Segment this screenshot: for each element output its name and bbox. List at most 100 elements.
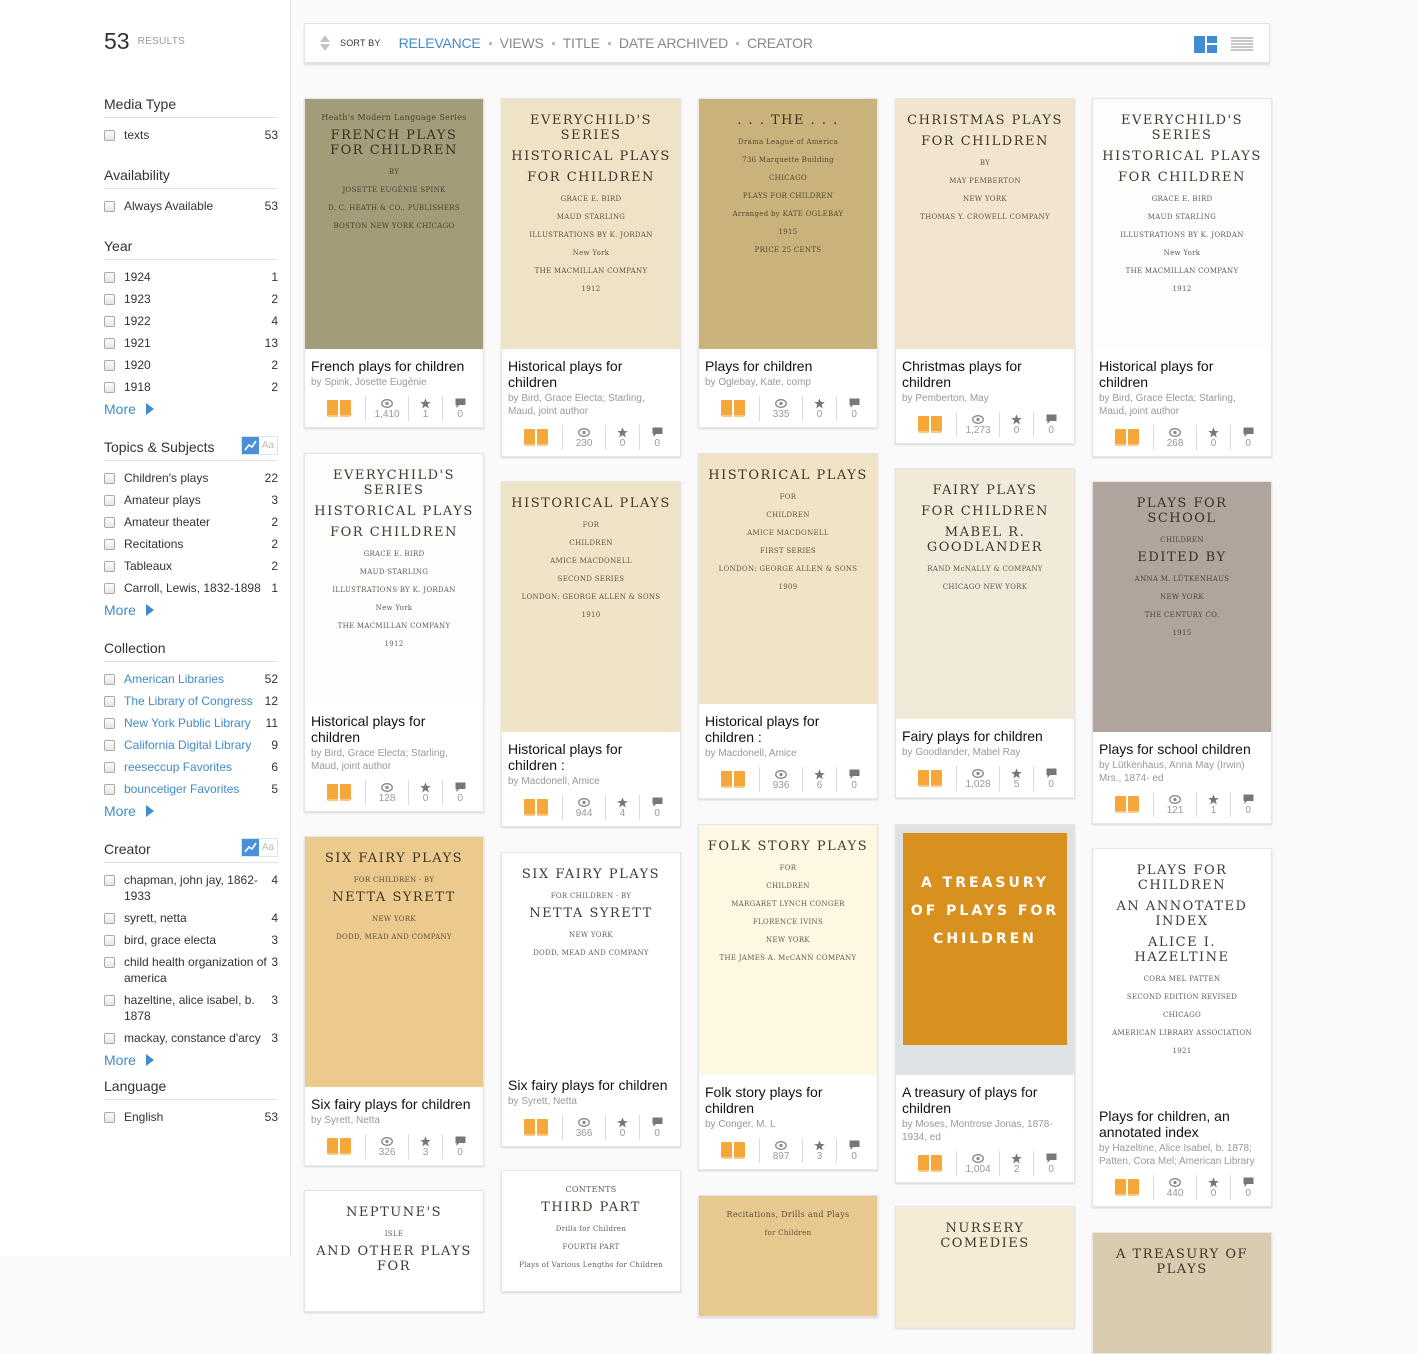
facet-option[interactable]: Amateur plays 3: [104, 492, 278, 508]
sort-option-title[interactable]: TITLE: [563, 35, 600, 51]
sort-option-creator[interactable]: CREATOR: [747, 35, 813, 51]
cover-thumbnail[interactable]: . . . THE . . . Drama League of America 73…: [699, 99, 877, 349]
item-title[interactable]: Folk story plays for children: [705, 1084, 871, 1116]
result-card[interactable]: Recitations, Drills and Plays for Childre…: [698, 1195, 878, 1317]
facet-option[interactable]: Tableaux 2: [104, 558, 278, 574]
result-card[interactable]: PLAYS FOR CHILDREN AN ANNOTATED INDEX ALIC…: [1092, 848, 1272, 1207]
item-title[interactable]: Christmas plays for children: [902, 358, 1068, 390]
cover-thumbnail[interactable]: FOLK STORY PLAYS FOR CHILDREN MARGARET LYNC…: [699, 825, 877, 1075]
sort-option-views[interactable]: VIEWS: [500, 35, 544, 51]
checkbox[interactable]: [104, 718, 115, 729]
facet-option[interactable]: Amateur theater 2: [104, 514, 278, 530]
text-view-button[interactable]: Aa: [259, 437, 277, 454]
cover-thumbnail[interactable]: PLAYS FOR CHILDREN AN ANNOTATED INDEX ALIC…: [1093, 849, 1271, 1099]
facet-option[interactable]: American Libraries 52: [104, 671, 278, 687]
checkbox[interactable]: [104, 995, 115, 1006]
item-title[interactable]: Historical plays for children: [311, 713, 477, 745]
collection-more-link[interactable]: More: [104, 803, 278, 819]
facet-option[interactable]: hazeltine, alice isabel, b. 1878 3: [104, 992, 278, 1024]
item-title[interactable]: Historical plays for children: [1099, 358, 1265, 390]
mediatype-texts[interactable]: [321, 780, 365, 805]
item-title[interactable]: A treasury of plays for children: [902, 1084, 1068, 1116]
item-title[interactable]: Plays for children: [705, 358, 871, 374]
item-title[interactable]: Historical plays for children :: [508, 741, 674, 773]
sort-direction-icon[interactable]: [319, 35, 331, 51]
checkbox[interactable]: [104, 495, 115, 506]
checkbox[interactable]: [104, 382, 115, 393]
result-card[interactable]: NURSERY COMEDIES: [895, 1206, 1075, 1328]
cover-thumbnail[interactable]: NURSERY COMEDIES: [896, 1207, 1074, 1327]
facet-option-label[interactable]: reeseccup Favorites: [124, 759, 267, 775]
cover-thumbnail[interactable]: Heath's Modern Language Series FRENCH PLA…: [305, 99, 483, 349]
facet-option[interactable]: 1920 2: [104, 357, 278, 373]
cover-thumbnail[interactable]: EVERYCHILD'S SERIES HISTORICAL PLAYS FOR C…: [502, 99, 680, 349]
result-card[interactable]: SIX FAIRY PLAYS FOR CHILDREN · BY NETTA SY…: [304, 836, 484, 1166]
cover-thumbnail[interactable]: EVERYCHILD'S SERIES HISTORICAL PLAYS FOR C…: [305, 454, 483, 704]
cover-thumbnail[interactable]: FAIRY PLAYS FOR CHILDREN MABEL R. GOODLAND…: [896, 469, 1074, 719]
list-view-icon[interactable]: [1231, 36, 1253, 52]
item-title[interactable]: Six fairy plays for children: [508, 1077, 674, 1093]
checkbox[interactable]: [104, 784, 115, 795]
checkbox[interactable]: [104, 674, 115, 685]
checkbox[interactable]: [104, 696, 115, 707]
facet-option-label[interactable]: New York Public Library: [124, 715, 262, 731]
result-card[interactable]: CHRISTMAS PLAYS FOR CHILDREN BY MAY PEMBERT…: [895, 98, 1075, 444]
item-title[interactable]: Plays for school children: [1099, 741, 1265, 757]
mediatype-texts[interactable]: [912, 412, 956, 437]
cover-thumbnail[interactable]: HISTORICAL PLAYS FOR CHILDREN AMICE MACDONE…: [699, 454, 877, 704]
cover-thumbnail[interactable]: CHRISTMAS PLAYS FOR CHILDREN BY MAY PEMBERT…: [896, 99, 1074, 349]
facet-option[interactable]: The Library of Congress 12: [104, 693, 278, 709]
mediatype-texts[interactable]: [518, 795, 562, 820]
cover-thumbnail[interactable]: SIX FAIRY PLAYS FOR CHILDREN · BY NETTA SY…: [502, 853, 680, 1068]
result-card[interactable]: Heath's Modern Language Series FRENCH PLA…: [304, 98, 484, 428]
checkbox[interactable]: [104, 338, 115, 349]
result-card[interactable]: EVERYCHILD'S SERIES HISTORICAL PLAYS FOR C…: [1092, 98, 1272, 457]
facet-option[interactable]: bouncetiger Favorites 5: [104, 781, 278, 797]
checkbox[interactable]: [104, 294, 115, 305]
item-title[interactable]: French plays for children: [311, 358, 477, 374]
item-title[interactable]: Plays for children, an annotated index: [1099, 1108, 1265, 1140]
facet-option-label[interactable]: California Digital Library: [124, 737, 267, 753]
cover-thumbnail[interactable]: CONTENTS THIRD PART Drills for Children FOU…: [502, 1171, 680, 1291]
item-title[interactable]: Six fairy plays for children: [311, 1096, 477, 1112]
facet-view-toggle[interactable]: Aa: [241, 838, 278, 857]
cover-thumbnail[interactable]: EVERYCHILD'S SERIES HISTORICAL PLAYS FOR C…: [1093, 99, 1271, 349]
result-card[interactable]: NEPTUNE'S ISLE AND OTHER PLAYS FOR: [304, 1190, 484, 1312]
mediatype-texts[interactable]: [1109, 1175, 1153, 1200]
facet-option[interactable]: New York Public Library 11: [104, 715, 278, 731]
chart-view-icon[interactable]: [242, 437, 259, 454]
mediatype-texts[interactable]: [518, 425, 562, 450]
result-card[interactable]: HISTORICAL PLAYS FOR CHILDREN AMICE MACDONE…: [698, 453, 878, 799]
facet-option[interactable]: 1924 1: [104, 269, 278, 285]
facet-option-label[interactable]: The Library of Congress: [124, 693, 261, 709]
result-card[interactable]: FOLK STORY PLAYS FOR CHILDREN MARGARET LYNC…: [698, 824, 878, 1170]
facet-view-toggle[interactable]: Aa: [241, 436, 278, 455]
cover-thumbnail[interactable]: SIX FAIRY PLAYS FOR CHILDREN · BY NETTA SY…: [305, 837, 483, 1087]
year-more-link[interactable]: More: [104, 401, 278, 417]
cover-thumbnail[interactable]: A TREASURY OF PLAYS: [1093, 1233, 1271, 1353]
item-title[interactable]: Historical plays for children :: [705, 713, 871, 745]
checkbox[interactable]: [104, 517, 115, 528]
result-card[interactable]: EVERYCHILD'S SERIES HISTORICAL PLAYS FOR C…: [304, 453, 484, 812]
checkbox[interactable]: [104, 561, 115, 572]
mediatype-texts[interactable]: [715, 767, 759, 792]
checkbox[interactable]: [104, 913, 115, 924]
facet-option[interactable]: 1923 2: [104, 291, 278, 307]
checkbox[interactable]: [104, 875, 115, 886]
mediatype-texts[interactable]: [1109, 425, 1153, 450]
checkbox[interactable]: [104, 539, 115, 550]
facet-option[interactable]: 1918 2: [104, 379, 278, 395]
chart-view-icon[interactable]: [242, 839, 259, 856]
sort-option-date-archived[interactable]: DATE ARCHIVED: [619, 35, 728, 51]
topics-more-link[interactable]: More: [104, 602, 278, 618]
facet-option[interactable]: Recitations 2: [104, 536, 278, 552]
checkbox[interactable]: [104, 360, 115, 371]
facet-option[interactable]: California Digital Library 9: [104, 737, 278, 753]
text-view-button[interactable]: Aa: [259, 839, 277, 856]
result-card[interactable]: . . . THE . . . Drama League of America 73…: [698, 98, 878, 428]
result-card[interactable]: CONTENTS THIRD PART Drills for Children FOU…: [501, 1170, 681, 1292]
checkbox[interactable]: [104, 473, 115, 484]
mediatype-texts[interactable]: [912, 1151, 956, 1176]
result-card[interactable]: FAIRY PLAYS FOR CHILDREN MABEL R. GOODLAND…: [895, 468, 1075, 798]
checkbox[interactable]: [104, 201, 115, 212]
